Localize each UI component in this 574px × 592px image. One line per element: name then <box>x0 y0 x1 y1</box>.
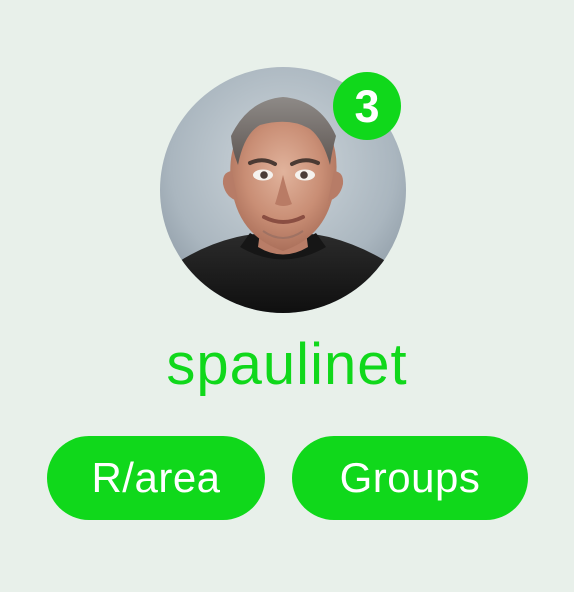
groups-button[interactable]: Groups <box>292 436 528 520</box>
r-area-button[interactable]: R/area <box>47 436 265 520</box>
notification-badge: 3 <box>333 72 401 140</box>
username: spaulinet <box>166 332 408 397</box>
